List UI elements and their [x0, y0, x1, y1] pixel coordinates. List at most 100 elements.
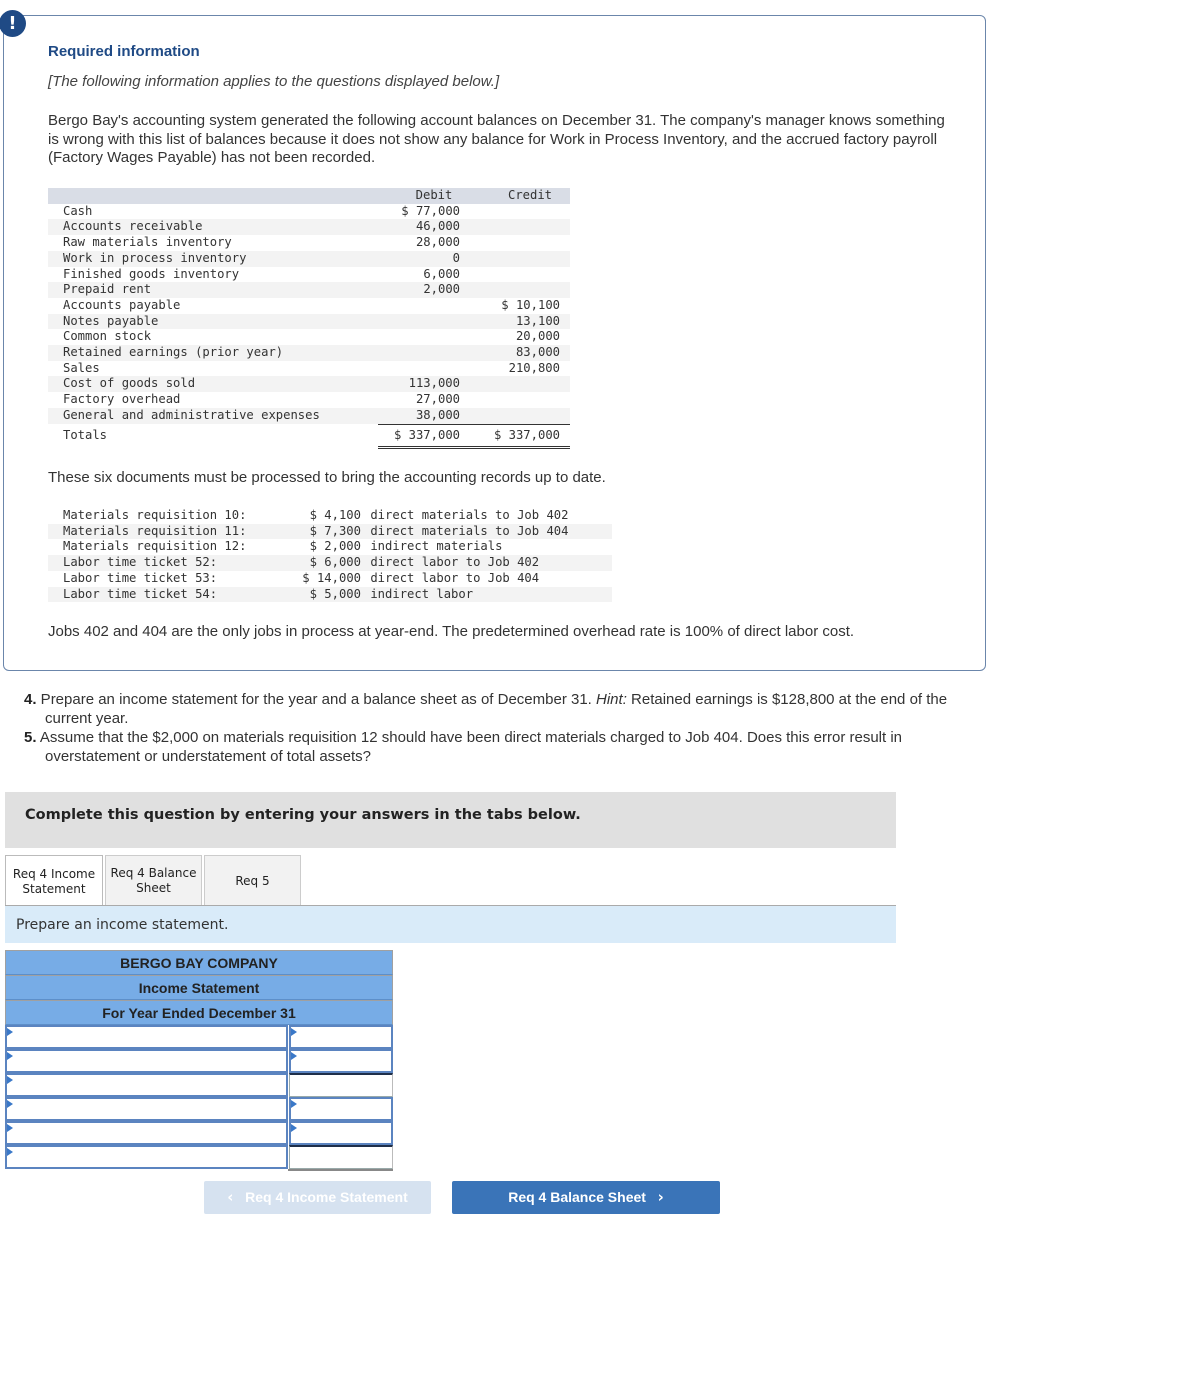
credit-total: $ 337,000	[460, 423, 570, 449]
income-statement-form: BERGO BAY COMPANY Income Statement For Y…	[5, 950, 393, 1171]
debit-amount: $ 77,000	[401, 203, 460, 218]
account-name: Factory overhead	[63, 392, 181, 407]
document-description: indirect labor	[363, 586, 612, 603]
jobs-note: Jobs 402 and 404 are the only jobs in pr…	[48, 623, 855, 640]
question-number: 5.	[24, 729, 37, 746]
statement-period: For Year Ended December 31	[5, 1000, 393, 1025]
amount-cell[interactable]	[289, 1049, 393, 1073]
document-amount: $ 14,000	[302, 570, 361, 585]
account-name: Accounts receivable	[48, 219, 378, 236]
line-item-dropdown[interactable]	[5, 1121, 288, 1145]
trial-balance-row: Prepaid rent 2,000	[48, 282, 570, 298]
chevron-right-icon: ›	[657, 1188, 664, 1206]
debit-amount	[378, 345, 460, 361]
document-name: Materials requisition 10:	[63, 508, 247, 522]
dropdown-indicator-icon	[7, 1028, 13, 1036]
document-description: direct materials to Job 404	[363, 523, 612, 540]
amount-input[interactable]	[291, 1051, 391, 1071]
income-statement-row	[5, 1073, 393, 1097]
trial-balance-row: Cost of goods sold 113,000	[48, 376, 570, 393]
income-statement-row	[5, 1097, 393, 1121]
document-name: Materials requisition 11:	[48, 523, 298, 540]
trial-balance-row: Cash $ 77,000	[48, 204, 570, 220]
prev-tab-button[interactable]: ‹ Req 4 Income Statement	[204, 1181, 431, 1214]
amount-input[interactable]	[290, 1147, 392, 1168]
debit-amount: 2,000	[378, 282, 460, 298]
amount-input[interactable]	[291, 1123, 391, 1143]
credit-amount	[460, 392, 570, 408]
account-name: Work in process inventory	[48, 250, 378, 267]
line-item-input[interactable]	[7, 1051, 286, 1071]
amount-input[interactable]	[291, 1099, 391, 1119]
credit-amount	[460, 204, 570, 220]
prev-tab-label: Req 4 Income Statement	[245, 1189, 408, 1205]
document-name: Labor time ticket 53:	[63, 570, 218, 585]
amount-cell[interactable]	[289, 1145, 393, 1169]
tab-req4-balance-sheet[interactable]: Req 4 Balance Sheet	[105, 855, 202, 906]
debit-amount: 27,000	[415, 392, 460, 407]
trial-balance-row: Work in process inventory 0	[48, 250, 570, 267]
header-debit: Debit	[378, 188, 460, 204]
amount-input[interactable]	[290, 1075, 392, 1096]
income-statement-row	[5, 1145, 393, 1169]
line-item-input[interactable]	[7, 1123, 286, 1143]
document-row: Labor time ticket 53: $ 14,000 direct lab…	[48, 571, 612, 587]
credit-amount	[460, 250, 570, 267]
debit-amount: 28,000	[415, 235, 460, 250]
account-name: Sales	[63, 360, 100, 375]
debit-amount	[378, 329, 460, 345]
credit-amount	[460, 376, 570, 393]
credit-amount	[460, 282, 570, 298]
dropdown-indicator-icon	[7, 1052, 13, 1060]
question-4: 4. Prepare an income statement for the y…	[24, 690, 984, 728]
document-amount: $ 7,300	[298, 523, 363, 540]
company-name: BERGO BAY COMPANY	[5, 950, 393, 975]
document-description: direct materials to Job 402	[363, 508, 612, 524]
documents-table: Materials requisition 10: $ 4,100 direct …	[48, 508, 612, 603]
amount-cell[interactable]	[289, 1121, 393, 1145]
amount-cell[interactable]	[289, 1097, 393, 1121]
line-item-dropdown[interactable]	[5, 1073, 288, 1097]
trial-balance-row: Finished goods inventory 6,000	[48, 267, 570, 283]
document-description: direct labor to Job 402	[363, 555, 612, 571]
credit-amount: 13,100	[460, 313, 570, 330]
instruction-bar: Prepare an income statement.	[5, 906, 896, 943]
document-row: Materials requisition 11: $ 7,300 direct …	[48, 523, 612, 540]
header-account	[48, 188, 378, 204]
trial-balance-totals: Totals $ 337,000 $ 337,000	[48, 423, 570, 449]
account-name: Cost of goods sold	[48, 376, 378, 393]
tab-req5[interactable]: Req 5	[204, 855, 301, 906]
document-description-text: indirect labor	[370, 586, 474, 601]
line-item-dropdown[interactable]	[5, 1049, 288, 1073]
tab-label: Statement	[22, 881, 86, 896]
question-text: Prepare an income statement for the year…	[36, 691, 597, 708]
line-item-dropdown[interactable]	[5, 1097, 288, 1121]
debit-amount: 38,000	[378, 407, 460, 425]
required-info-subtitle: [The following information applies to th…	[48, 73, 500, 90]
account-name: Common stock	[63, 329, 152, 344]
line-item-input[interactable]	[7, 1027, 286, 1047]
amount-cell[interactable]	[289, 1073, 393, 1097]
debit-amount: 113,000	[378, 376, 460, 393]
tab-label: Req 4 Balance	[110, 866, 197, 880]
next-tab-button[interactable]: Req 4 Balance Sheet ›	[452, 1181, 720, 1214]
line-item-input[interactable]	[7, 1075, 286, 1095]
dropdown-indicator-icon	[7, 1148, 13, 1156]
amount-cell[interactable]	[289, 1025, 393, 1049]
complete-banner: Complete this question by entering your …	[5, 792, 896, 848]
questions: 4. Prepare an income statement for the y…	[24, 690, 984, 766]
line-item-input[interactable]	[7, 1099, 286, 1119]
trial-balance-row: Accounts receivable 46,000	[48, 219, 570, 236]
line-item-dropdown[interactable]	[5, 1145, 288, 1169]
tab-req4-income-statement[interactable]: Req 4 Income Statement	[5, 855, 103, 907]
line-item-dropdown[interactable]	[5, 1025, 288, 1049]
hint-label: Hint:	[596, 691, 627, 708]
credit-amount	[460, 235, 570, 251]
credit-amount	[460, 267, 570, 283]
statement-title: Income Statement	[5, 975, 393, 1000]
dropdown-indicator-icon	[291, 1052, 297, 1060]
trial-balance-row: Raw materials inventory 28,000	[48, 235, 570, 251]
account-name: Cash	[63, 203, 93, 218]
line-item-input[interactable]	[7, 1147, 286, 1167]
amount-input[interactable]	[291, 1027, 391, 1047]
